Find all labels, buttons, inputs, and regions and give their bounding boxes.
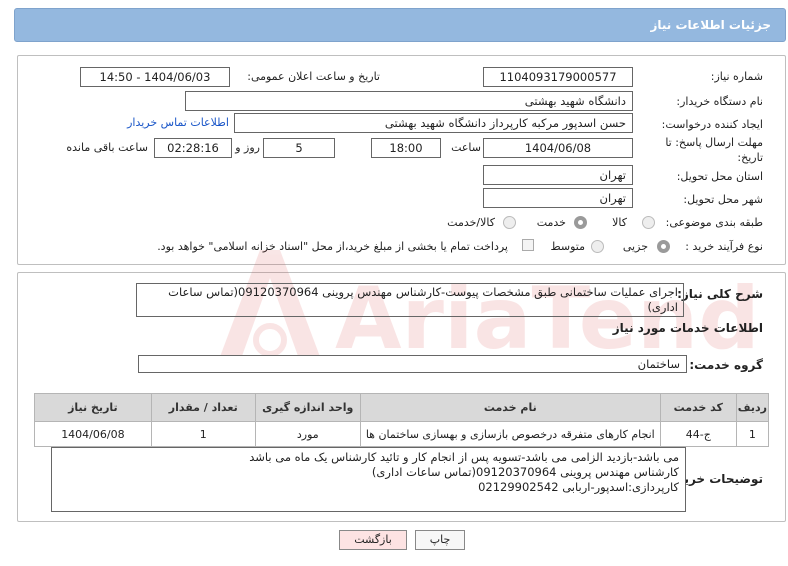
category-option-goods-service: کالا/خدمت: [447, 216, 495, 229]
cell-unit: مورد: [254, 421, 361, 447]
back-button[interactable]: بازگشت: [339, 530, 407, 550]
cell-need-date: 1404/06/08: [34, 421, 152, 447]
services-table-header: ردیف کد خدمت نام خدمت واحد اندازه گیری ت…: [34, 393, 770, 422]
category-label: طبقه بندی موضوعی:: [665, 216, 763, 229]
col-service-name: نام خدمت: [359, 393, 661, 422]
category-option-goods: کالا: [612, 216, 627, 229]
buyer-notes-line: می باشد-بازدید الزامی می باشد-تسویه پس ا…: [249, 450, 679, 464]
category-option-service: خدمت: [536, 216, 566, 229]
remaining-time-field: 02:28:16: [154, 138, 232, 158]
category-radio-goods[interactable]: [642, 216, 655, 229]
buyer-contact-link[interactable]: اطلاعات تماس خریدار: [127, 116, 229, 129]
process-radio-partial[interactable]: [657, 240, 670, 253]
city-label: شهر محل تحویل:: [683, 193, 763, 206]
process-radio-medium[interactable]: [591, 240, 604, 253]
col-quantity: تعداد / مقدار: [150, 393, 256, 422]
summary-label: شرح کلی نیاز:: [677, 287, 763, 301]
remaining-time-label: ساعت باقی مانده: [66, 141, 148, 154]
col-service-code: کد خدمت: [659, 393, 737, 422]
page-title: جزئیات اطلاعات نیاز: [650, 18, 771, 32]
buyer-notes-line: کارپردازی:اسدپور-اربابی 02129902542: [478, 480, 679, 494]
remaining-days-field: 5: [263, 138, 335, 158]
need-number-label: شماره نیاز:: [710, 70, 763, 83]
city-field: تهران: [483, 188, 633, 208]
cell-quantity: 1: [150, 421, 256, 447]
print-button[interactable]: چاپ: [415, 530, 465, 550]
col-row-number: ردیف: [735, 393, 770, 422]
buyer-org-field: دانشگاه شهید بهشتی: [185, 91, 633, 111]
summary-text: اجرای عملیات ساختمانی طبق مشخصات پیوست-ک…: [168, 285, 678, 314]
buyer-notes-line: کارشناس مهندس پروینی 09120370964(تماس سا…: [371, 465, 679, 479]
category-radio-service[interactable]: [574, 216, 587, 229]
treasury-payment-note: پرداخت تمام یا بخشی از مبلغ خرید،از محل …: [157, 240, 508, 253]
deadline-time-field: 18:00: [371, 138, 441, 158]
service-group-field: ساختمان: [138, 355, 687, 373]
services-section-title: اطلاعات خدمات مورد نیاز: [612, 321, 763, 335]
col-need-date: تاریخ نیاز: [34, 393, 152, 422]
creator-field: حسن اسدپور مرکبه کارپرداز دانشگاه شهید ب…: [234, 113, 633, 133]
cell-row-number: 1: [735, 421, 770, 447]
service-group-label: گروه خدمت:: [689, 358, 763, 372]
announce-datetime-field: 1404/06/03 - 14:50: [80, 67, 230, 87]
deadline-label-date: تاریخ:: [737, 151, 763, 164]
province-label: استان محل تحویل:: [676, 170, 763, 183]
page-header: جزئیات اطلاعات نیاز: [14, 8, 786, 42]
col-unit: واحد اندازه گیری: [254, 393, 361, 422]
services-table: ردیف کد خدمت نام خدمت واحد اندازه گیری ت…: [34, 393, 770, 447]
table-row: 1 ج-44 انجام کارهای متفرقه درخصوص بازساز…: [34, 421, 770, 447]
process-option-partial: جزیی: [622, 240, 648, 253]
cell-service-name: انجام کارهای متفرقه درخصوص بازسازی و بهس…: [359, 421, 661, 447]
deadline-time-label: ساعت: [451, 141, 481, 154]
buyer-org-label: نام دستگاه خریدار:: [676, 95, 763, 108]
remaining-days-label: روز و: [235, 141, 260, 154]
need-number-field: 1104093179000577: [483, 67, 633, 87]
treasury-payment-checkbox[interactable]: [522, 239, 534, 251]
summary-textarea[interactable]: اجرای عملیات ساختمانی طبق مشخصات پیوست-ک…: [136, 283, 684, 317]
cell-service-code: ج-44: [659, 421, 737, 447]
deadline-label: مهلت ارسال پاسخ: تا: [665, 136, 763, 149]
buyer-notes-textarea[interactable]: می باشد-بازدید الزامی می باشد-تسویه پس ا…: [51, 447, 686, 512]
process-option-medium: متوسط: [550, 240, 585, 253]
deadline-date-field: 1404/06/08: [483, 138, 633, 158]
announce-datetime-label: تاریخ و ساعت اعلان عمومی:: [247, 70, 380, 83]
category-radio-goods-service[interactable]: [503, 216, 516, 229]
process-type-label: نوع فرآیند خرید :: [685, 240, 763, 253]
province-field: تهران: [483, 165, 633, 185]
creator-label: ایجاد کننده درخواست:: [661, 118, 763, 131]
